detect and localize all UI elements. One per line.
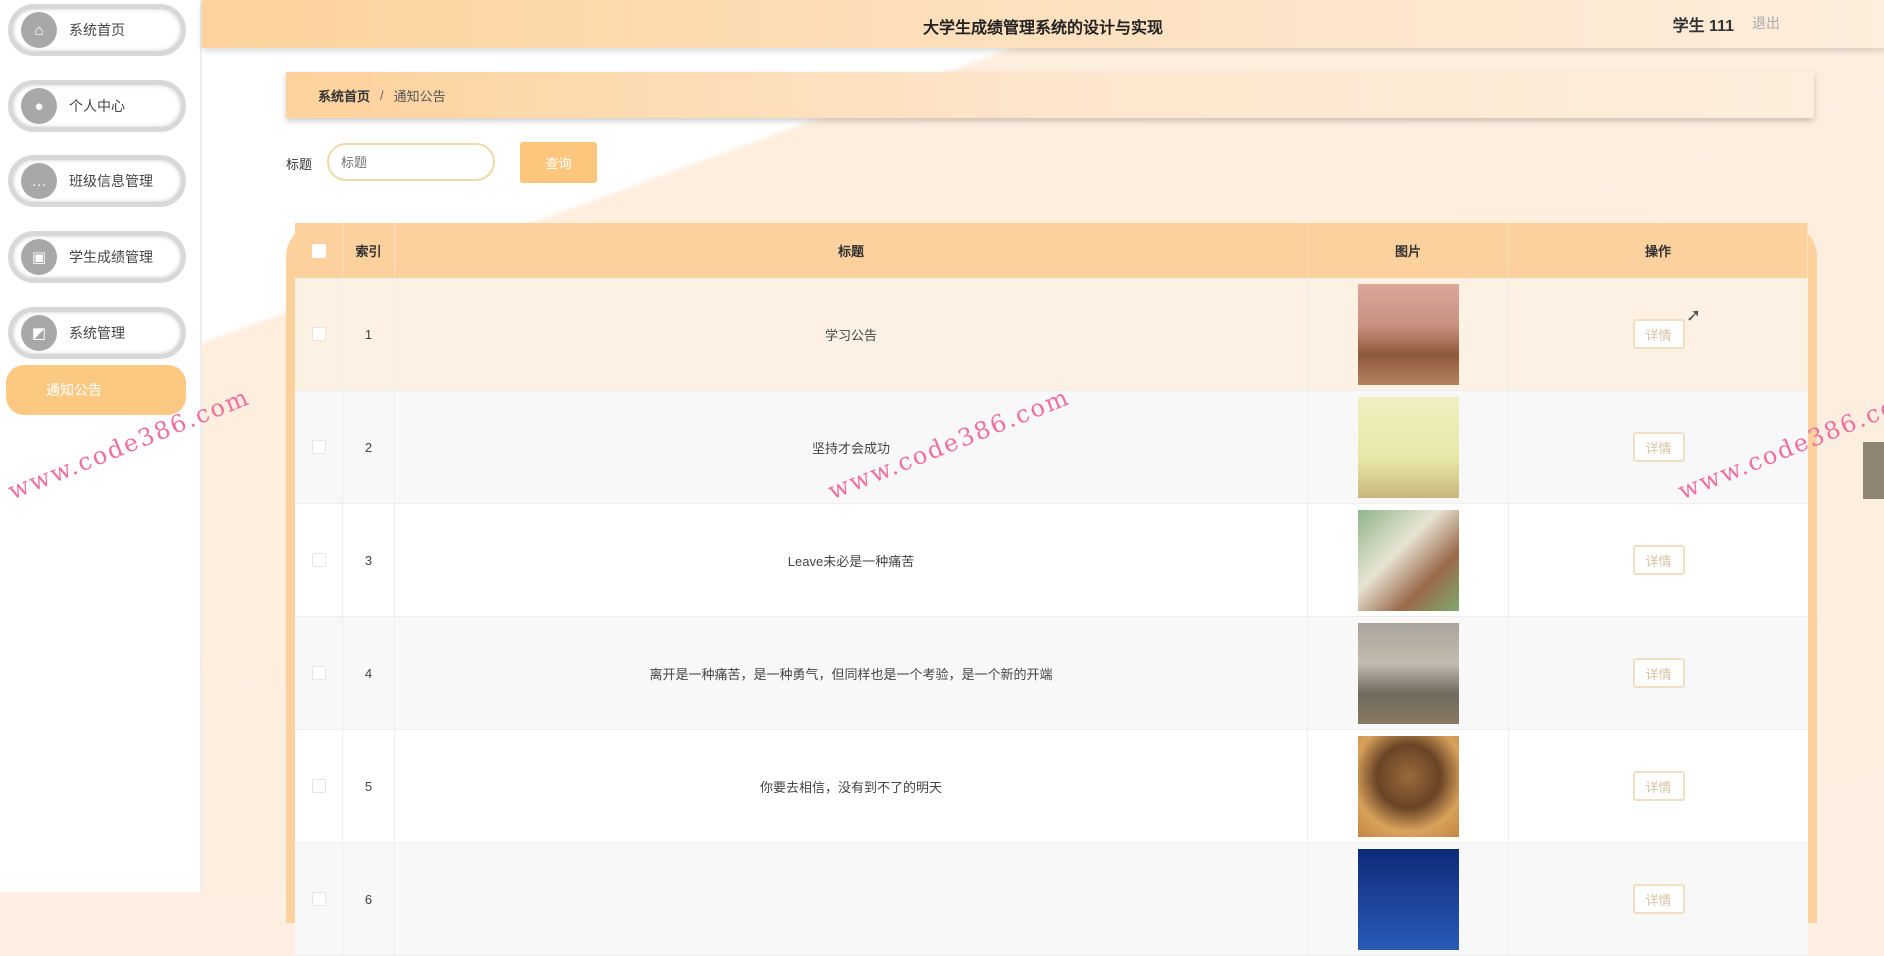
row-checkbox[interactable]	[311, 666, 326, 680]
row-title: 你要去相信，没有到不了的明天	[395, 730, 1308, 842]
sidebar-subitem-notice[interactable]: 通知公告	[6, 365, 186, 415]
sidebar-item-label: 学生成绩管理	[69, 249, 153, 265]
row-index: 5	[343, 730, 395, 842]
sidebar-item-label: 班级信息管理	[69, 173, 153, 189]
detail-button[interactable]: 详情	[1632, 432, 1685, 462]
sidebar-item-profile[interactable]: ● 个人中心	[8, 80, 186, 132]
sidebar-item-label: 系统管理	[69, 325, 125, 341]
header-image: 图片	[1308, 223, 1509, 278]
mouse-cursor-icon: ➚	[1686, 305, 1702, 325]
select-all-checkbox[interactable]	[311, 243, 326, 258]
row-checkbox[interactable]	[311, 779, 326, 793]
header-action: 操作	[1509, 223, 1808, 278]
row-title: Leave未必是一种痛苦	[395, 504, 1308, 616]
app-title: 大学生成绩管理系统的设计与实现	[922, 20, 1163, 37]
sidebar-item-label: 个人中心	[69, 98, 125, 114]
table-row: 1 学习公告 详情	[295, 278, 1808, 391]
row-image	[1357, 735, 1459, 837]
row-image	[1357, 848, 1459, 950]
row-image	[1357, 283, 1459, 385]
chat-icon: …	[21, 163, 57, 199]
row-index: 1	[343, 278, 395, 390]
user-icon: ●	[21, 88, 57, 124]
table-row: 3 Leave未必是一种痛苦 详情	[295, 504, 1808, 617]
table-row: 5 你要去相信，没有到不了的明天 详情	[295, 730, 1808, 843]
table-header: 索引 标题 图片 操作	[295, 223, 1808, 278]
notice-table: 索引 标题 图片 操作 1 学习公告 详情 2 坚持才会成功 详情 3 Leav…	[286, 223, 1817, 956]
row-index: 3	[343, 504, 395, 616]
row-title: 学习公告	[395, 278, 1308, 390]
row-index: 2	[343, 391, 395, 503]
table-row: 4 离开是一种痛苦，是一种勇气，但同样也是一个考验，是一个新的开端 详情	[295, 617, 1808, 730]
breadcrumb-home[interactable]: 系统首页	[318, 86, 370, 105]
search-label: 标题	[286, 157, 313, 172]
header-title: 标题	[395, 223, 1308, 278]
row-image	[1357, 396, 1459, 498]
sidebar: ⌂ 系统首页 ● 个人中心 … 班级信息管理 ▣ 学生成绩管理 ◩ 系统管理 通知公告	[0, 0, 202, 892]
detail-button[interactable]: 详情	[1632, 884, 1685, 914]
breadcrumb: 系统首页 / 通知公告	[286, 72, 1814, 118]
row-checkbox[interactable]	[311, 327, 326, 341]
header-index: 索引	[343, 223, 395, 278]
logout-link[interactable]: 退出	[1752, 13, 1780, 33]
user-name: 学生 111	[1672, 18, 1734, 35]
sidebar-item-system[interactable]: ◩ 系统管理	[8, 307, 186, 359]
breadcrumb-current: 通知公告	[393, 88, 446, 104]
row-checkbox[interactable]	[311, 553, 326, 567]
row-title: 离开是一种痛苦，是一种勇气，但同样也是一个考验，是一个新的开端	[395, 617, 1308, 729]
detail-button[interactable]: 详情	[1632, 545, 1685, 575]
table-row: 2 坚持才会成功 详情	[295, 391, 1808, 504]
search-button[interactable]: 查询	[520, 142, 597, 183]
sidebar-item-home[interactable]: ⌂ 系统首页	[8, 4, 186, 56]
sidebar-item-grades[interactable]: ▣ 学生成绩管理	[8, 231, 186, 283]
row-checkbox[interactable]	[311, 892, 326, 906]
detail-button[interactable]: 详情	[1632, 319, 1685, 349]
scrollbar-thumb[interactable]	[1863, 442, 1884, 499]
title-search-input[interactable]	[327, 143, 495, 181]
detail-button[interactable]: 详情	[1632, 658, 1685, 688]
wallet-icon: ◩	[21, 315, 57, 351]
row-title	[395, 843, 1308, 955]
header: 大学生成绩管理系统的设计与实现 学生 111 退出	[202, 0, 1884, 48]
table-row: 6 详情	[295, 843, 1808, 956]
row-index: 4	[343, 617, 395, 729]
breadcrumb-separator: /	[380, 87, 384, 103]
row-title: 坚持才会成功	[395, 391, 1308, 503]
sidebar-item-label: 系统首页	[69, 22, 125, 38]
row-image	[1357, 509, 1459, 611]
detail-button[interactable]: 详情	[1632, 771, 1685, 801]
home-icon: ⌂	[21, 12, 57, 48]
row-index: 6	[343, 843, 395, 955]
row-checkbox[interactable]	[311, 440, 326, 454]
row-image	[1357, 622, 1459, 724]
sidebar-item-class-info[interactable]: … 班级信息管理	[8, 155, 186, 207]
briefcase-icon: ▣	[21, 239, 57, 275]
